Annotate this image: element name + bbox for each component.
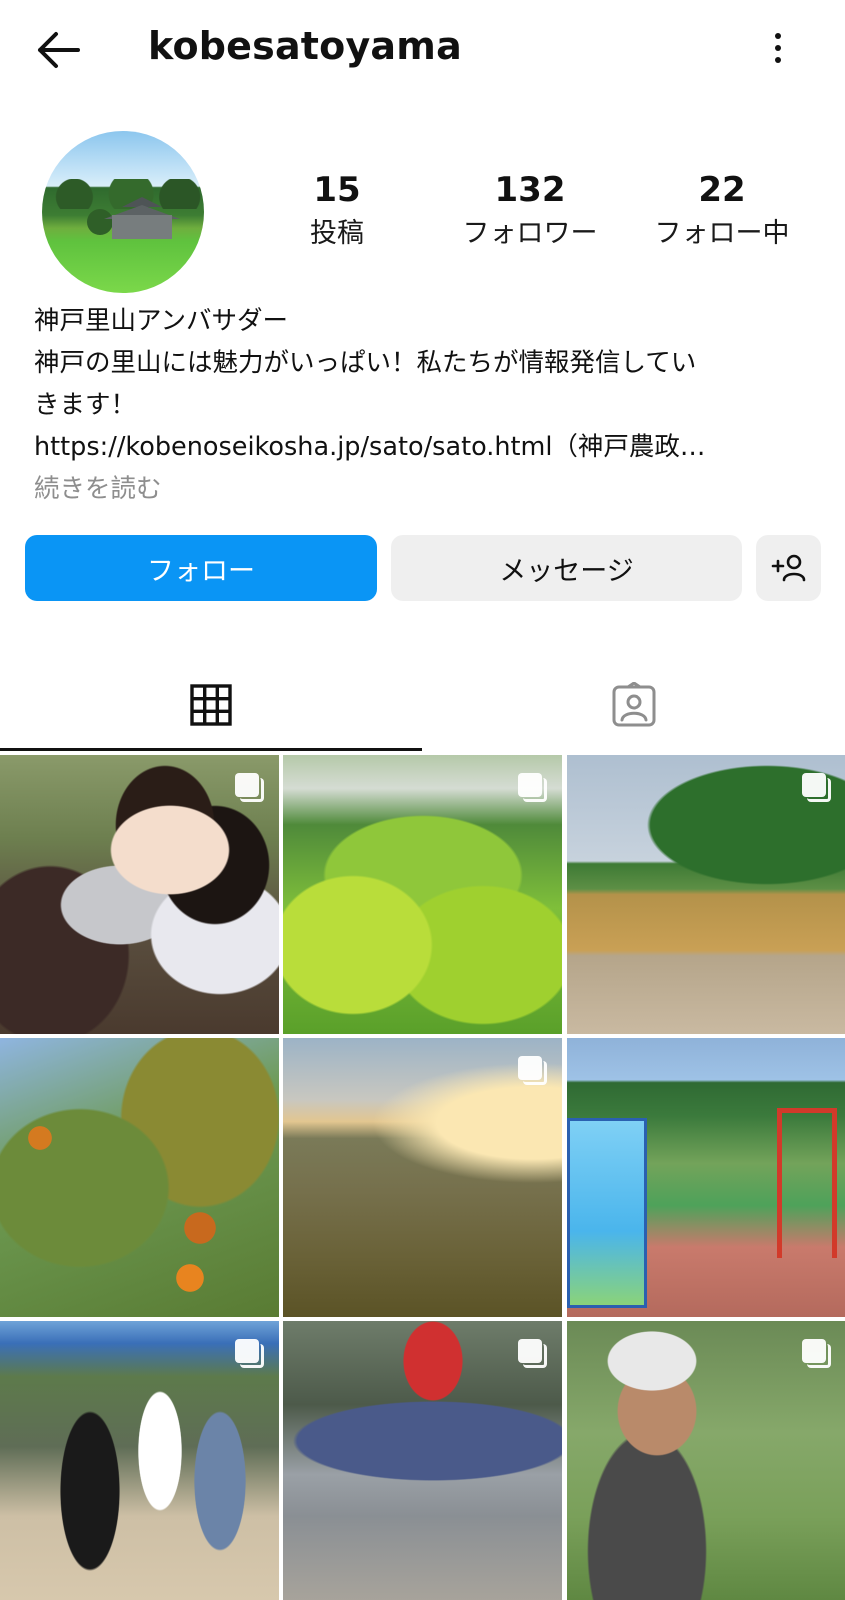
carousel-icon	[802, 773, 832, 803]
post-thumbnail[interactable]	[283, 1321, 562, 1600]
post-thumbnail[interactable]	[567, 755, 845, 1034]
tab-tagged[interactable]	[423, 660, 845, 750]
more-options-button[interactable]	[760, 26, 796, 70]
followers-label: フォロワー	[462, 218, 598, 249]
carousel-icon	[235, 1339, 265, 1369]
stat-followers[interactable]: 132 フォロワー	[445, 170, 615, 254]
following-count: 22	[698, 170, 746, 210]
carousel-icon	[235, 773, 265, 803]
active-tab-indicator	[0, 748, 422, 751]
tab-posts-grid[interactable]	[0, 660, 422, 750]
more-vertical-icon	[775, 33, 781, 39]
content-tabs	[0, 660, 845, 751]
post-thumbnail[interactable]	[0, 1038, 279, 1317]
bio-line: きます！	[34, 390, 137, 420]
profile-actions: フォロー メッセージ	[0, 535, 845, 601]
stat-following[interactable]: 22 フォロー中	[637, 170, 807, 254]
posts-grid	[0, 755, 845, 1600]
carousel-icon	[518, 1056, 548, 1086]
post-thumbnail[interactable]	[567, 1038, 845, 1317]
post-thumbnail[interactable]	[283, 1038, 562, 1317]
add-person-icon	[771, 554, 805, 582]
sign-image	[567, 1118, 647, 1308]
carousel-icon	[518, 773, 548, 803]
top-bar: kobesatoyama	[0, 0, 845, 100]
stat-posts: 15 投稿	[252, 170, 422, 254]
profile-bio: 神戸里山アンバサダー 神戸の里山には魅力がいっぱい！私たちが情報発信してい きま…	[34, 300, 824, 510]
tagged-person-icon	[612, 682, 656, 727]
bio-link[interactable]: https://kobenoseikosha.jp/sato/sato.html…	[34, 426, 824, 468]
carousel-icon	[518, 1339, 548, 1369]
bio-name: 神戸里山アンバサダー	[34, 306, 288, 336]
post-thumbnail[interactable]	[0, 755, 279, 1034]
followers-count: 132	[494, 170, 566, 210]
back-button[interactable]	[28, 22, 88, 78]
post-thumbnail[interactable]	[0, 1321, 279, 1600]
profile-stats: 15 投稿 132 フォロワー 22 フォロー中	[0, 170, 845, 260]
profile-username: kobesatoyama	[148, 24, 462, 68]
arrow-left-icon	[38, 32, 80, 68]
message-button[interactable]: メッセージ	[391, 535, 742, 601]
following-label: フォロー中	[654, 218, 790, 249]
post-thumbnail[interactable]	[283, 755, 562, 1034]
follow-button[interactable]: フォロー	[25, 535, 377, 601]
post-thumbnail[interactable]	[567, 1321, 845, 1600]
grid-icon	[190, 684, 232, 726]
gate-image	[777, 1108, 837, 1258]
bio-line: 神戸の里山には魅力がいっぱい！私たちが情報発信してい	[34, 348, 697, 378]
posts-count: 15	[313, 170, 361, 210]
read-more-link[interactable]: 続きを読む	[34, 468, 824, 510]
carousel-icon	[802, 1339, 832, 1369]
posts-label: 投稿	[310, 218, 364, 249]
add-user-button[interactable]	[756, 535, 821, 601]
